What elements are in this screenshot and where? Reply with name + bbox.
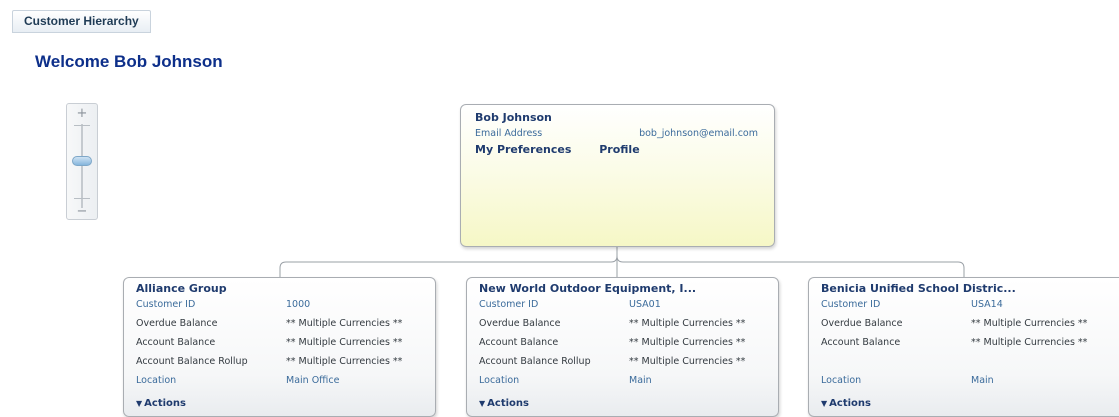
field-label: Location (821, 375, 862, 386)
field-row: Customer ID 1000 (136, 295, 423, 314)
actions-label: Actions (487, 398, 529, 409)
field-label: Account Balance (479, 337, 559, 348)
actions-label: Actions (829, 398, 871, 409)
field-value: ** Multiple Currencies ** (286, 337, 403, 348)
field-value: ** Multiple Currencies ** (629, 318, 746, 329)
field-label: Location (479, 375, 520, 386)
field-label: Account Balance Rollup (136, 356, 248, 367)
profile-link[interactable]: Profile (599, 143, 639, 156)
field-value: ** Multiple Currencies ** (286, 356, 403, 367)
field-label: Customer ID (479, 299, 539, 310)
field-row: Account Balance ** Multiple Currencies ** (821, 333, 1107, 352)
field-row: Overdue Balance ** Multiple Currencies ** (136, 314, 423, 333)
field-value: ** Multiple Currencies ** (971, 337, 1088, 348)
field-label: Account Balance Rollup (479, 356, 591, 367)
field-row: Account Balance Rollup ** Multiple Curren… (136, 352, 423, 371)
field-label: Overdue Balance (821, 318, 903, 329)
field-label: Overdue Balance (136, 318, 218, 329)
actions-menu-button[interactable]: ▼ Actions (821, 398, 871, 409)
actions-label: Actions (144, 398, 186, 409)
field-value: 1000 (286, 299, 311, 310)
caret-down-icon: ▼ (821, 399, 828, 408)
field-row: Location Main Office (136, 371, 423, 390)
field-value: USA14 (971, 299, 1003, 310)
customer-name[interactable]: New World Outdoor Equipment, I... (479, 282, 766, 295)
field-label: Account Balance (821, 337, 901, 348)
email-label: Email Address (475, 128, 543, 139)
field-row: Account Balance ** Multiple Currencies ** (136, 333, 423, 352)
field-value: ** Multiple Currencies ** (286, 318, 403, 329)
caret-down-icon: ▼ (479, 399, 486, 408)
field-row: Customer ID USA14 (821, 295, 1107, 314)
field-label: Location (136, 375, 177, 386)
email-value: bob_johnson@email.com (639, 128, 758, 139)
field-value: Main (629, 375, 652, 386)
root-name: Bob Johnson (475, 111, 552, 124)
field-row: Customer ID USA01 (479, 295, 766, 314)
field-value: ** Multiple Currencies ** (629, 356, 746, 367)
field-row: Overdue Balance ** Multiple Currencies ** (479, 314, 766, 333)
customer-name[interactable]: Benicia Unified School Distric... (821, 282, 1107, 295)
field-row: Overdue Balance ** Multiple Currencies ** (821, 314, 1107, 333)
customer-card[interactable]: Alliance Group Customer ID 1000 Overdue B… (123, 277, 436, 417)
field-label: Customer ID (821, 299, 881, 310)
field-label: Customer ID (136, 299, 196, 310)
customer-name[interactable]: Alliance Group (136, 282, 423, 295)
field-row: Location Main (479, 371, 766, 390)
field-value: USA01 (629, 299, 661, 310)
field-value: Main Office (286, 375, 340, 386)
field-label: Overdue Balance (479, 318, 561, 329)
field-row: Location Main (821, 371, 1107, 390)
field-value: Main (971, 375, 994, 386)
email-row: Email Address bob_johnson@email.com (475, 128, 760, 141)
caret-down-icon: ▼ (136, 399, 143, 408)
actions-menu-button[interactable]: ▼ Actions (136, 398, 186, 409)
field-row: Account Balance Rollup ** Multiple Curren… (479, 352, 766, 371)
actions-menu-button[interactable]: ▼ Actions (479, 398, 529, 409)
field-row (821, 352, 1107, 371)
field-row: Account Balance ** Multiple Currencies ** (479, 333, 766, 352)
customer-card[interactable]: Benicia Unified School Distric... Custom… (808, 277, 1119, 417)
field-value: ** Multiple Currencies ** (629, 337, 746, 348)
field-label: Account Balance (136, 337, 216, 348)
my-preferences-link[interactable]: My Preferences (475, 143, 571, 156)
root-customer-card[interactable]: Bob Johnson Email Address bob_johnson@em… (460, 104, 775, 247)
customer-card[interactable]: New World Outdoor Equipment, I... Custom… (466, 277, 779, 417)
field-value: ** Multiple Currencies ** (971, 318, 1088, 329)
